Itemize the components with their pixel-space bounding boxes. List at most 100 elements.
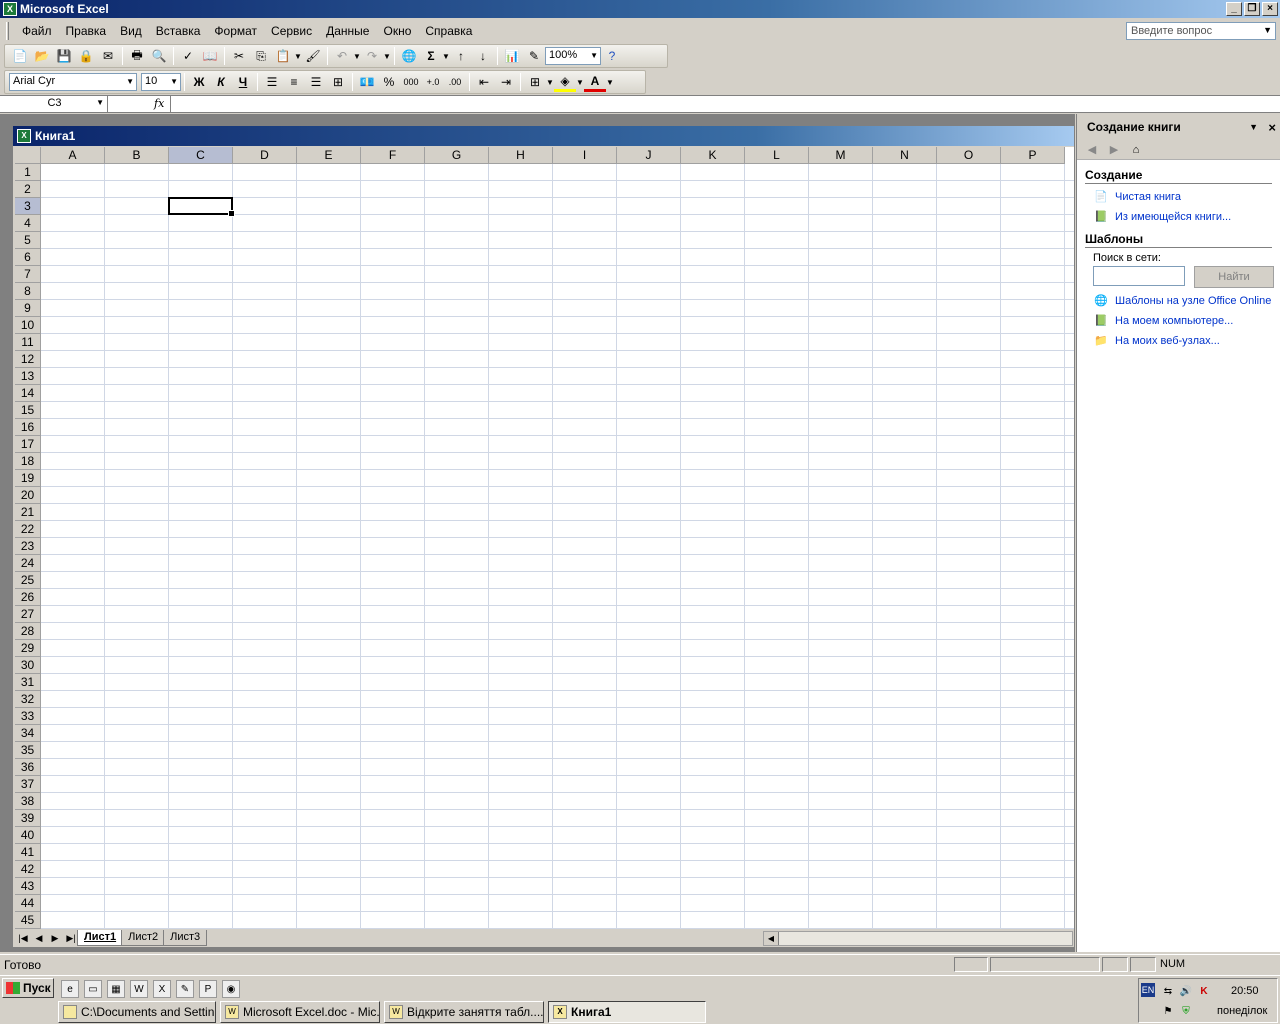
- menu-window[interactable]: Окно: [376, 22, 418, 40]
- chevron-down-icon[interactable]: ▼: [383, 52, 391, 61]
- row-header-4[interactable]: 4: [15, 215, 41, 232]
- row-header-9[interactable]: 9: [15, 300, 41, 317]
- template-search-input[interactable]: [1093, 266, 1185, 286]
- permission-icon[interactable]: 🔒: [75, 46, 97, 66]
- row-header-18[interactable]: 18: [15, 453, 41, 470]
- borders-icon[interactable]: ⊞: [524, 72, 546, 92]
- row-header-24[interactable]: 24: [15, 555, 41, 572]
- column-header-n[interactable]: N: [873, 147, 937, 164]
- row-header-10[interactable]: 10: [15, 317, 41, 334]
- row-header-16[interactable]: 16: [15, 419, 41, 436]
- media-icon[interactable]: ◉: [222, 980, 240, 998]
- autosum-icon[interactable]: Σ: [420, 46, 442, 66]
- antivirus-icon[interactable]: K: [1197, 985, 1211, 999]
- row-header-2[interactable]: 2: [15, 181, 41, 198]
- row-header-44[interactable]: 44: [15, 895, 41, 912]
- row-header-14[interactable]: 14: [15, 385, 41, 402]
- ask-question-input[interactable]: Введите вопрос ▼: [1126, 22, 1276, 40]
- spreadsheet-grid[interactable]: A B C D E F G H I J K L M N O P 1 2 3 4 5 6 7 8 9 10 11 12 13 14 15 16 1…: [15, 147, 1074, 929]
- sheet-tab-2[interactable]: Лист2: [121, 930, 166, 946]
- excel-icon[interactable]: X: [153, 980, 171, 998]
- column-header-k[interactable]: K: [681, 147, 745, 164]
- decrease-indent-icon[interactable]: ⇤: [473, 72, 495, 92]
- chevron-down-icon[interactable]: ▼: [576, 78, 584, 87]
- redo-icon[interactable]: ↷: [361, 46, 383, 66]
- row-header-25[interactable]: 25: [15, 572, 41, 589]
- row-header-39[interactable]: 39: [15, 810, 41, 827]
- column-header-i[interactable]: I: [553, 147, 617, 164]
- row-header-11[interactable]: 11: [15, 334, 41, 351]
- menu-tools[interactable]: Сервис: [264, 22, 319, 40]
- taskbar-button-excel[interactable]: X Книга1: [548, 1001, 706, 1023]
- flag-icon[interactable]: ⚑: [1161, 1005, 1175, 1019]
- forward-icon[interactable]: ▶: [1103, 141, 1125, 159]
- column-header-m[interactable]: M: [809, 147, 873, 164]
- chevron-down-icon[interactable]: ▼: [546, 78, 554, 87]
- desktop-icon[interactable]: ▭: [84, 980, 102, 998]
- decrease-decimal-icon[interactable]: .00: [444, 72, 466, 92]
- fill-color-icon[interactable]: ◈: [554, 72, 576, 92]
- formula-input[interactable]: [170, 96, 1280, 112]
- row-header-32[interactable]: 32: [15, 691, 41, 708]
- column-header-b[interactable]: B: [105, 147, 169, 164]
- row-header-28[interactable]: 28: [15, 623, 41, 640]
- taskbar-button-word2[interactable]: W Відкрите заняття табл....: [384, 1001, 544, 1023]
- link-online-label[interactable]: Шаблоны на узле Office Online: [1115, 295, 1271, 307]
- copy-icon[interactable]: ⎘: [250, 46, 272, 66]
- minimize-button[interactable]: _: [1226, 2, 1242, 16]
- row-header-30[interactable]: 30: [15, 657, 41, 674]
- restore-button[interactable]: ❐: [1244, 2, 1260, 16]
- chevron-down-icon[interactable]: ▼: [294, 52, 302, 61]
- row-header-37[interactable]: 37: [15, 776, 41, 793]
- column-header-p[interactable]: P: [1001, 147, 1065, 164]
- open-icon[interactable]: 📂: [31, 46, 53, 66]
- link-existing-workbook[interactable]: 📗 Из имеющейся книги...: [1093, 209, 1280, 224]
- row-header-17[interactable]: 17: [15, 436, 41, 453]
- row-header-36[interactable]: 36: [15, 759, 41, 776]
- save-icon[interactable]: 💾: [53, 46, 75, 66]
- row-header-21[interactable]: 21: [15, 504, 41, 521]
- name-box[interactable]: C3 ▼: [2, 96, 108, 112]
- link-existing-label[interactable]: Из имеющейся книги...: [1115, 211, 1231, 223]
- row-header-31[interactable]: 31: [15, 674, 41, 691]
- language-indicator[interactable]: EN: [1141, 983, 1155, 997]
- email-icon[interactable]: ✉: [97, 46, 119, 66]
- row-header-34[interactable]: 34: [15, 725, 41, 742]
- network-icon[interactable]: ⇆: [1161, 985, 1175, 999]
- chevron-down-icon[interactable]: ▼: [170, 77, 178, 86]
- link-web-label[interactable]: На моих веб-узлах...: [1115, 335, 1220, 347]
- help-icon[interactable]: ?: [601, 46, 623, 66]
- horizontal-scrollbar[interactable]: ◀: [763, 931, 1073, 946]
- spelling-icon[interactable]: ✓: [177, 46, 199, 66]
- word-icon[interactable]: W: [130, 980, 148, 998]
- new-icon[interactable]: 📄: [9, 46, 31, 66]
- link-blank-workbook[interactable]: 📄 Чистая книга: [1093, 189, 1280, 204]
- chevron-down-icon[interactable]: ▼: [1249, 122, 1258, 132]
- column-header-f[interactable]: F: [361, 147, 425, 164]
- search-button[interactable]: Найти: [1194, 266, 1274, 288]
- paint-icon[interactable]: ✎: [176, 980, 194, 998]
- chevron-down-icon[interactable]: ▼: [606, 78, 614, 87]
- comma-style-button[interactable]: 000: [400, 72, 422, 92]
- menu-grip[interactable]: [6, 22, 9, 40]
- row-header-33[interactable]: 33: [15, 708, 41, 725]
- format-painter-icon[interactable]: 🖌: [302, 46, 324, 66]
- column-header-c[interactable]: C: [169, 147, 233, 164]
- row-header-38[interactable]: 38: [15, 793, 41, 810]
- row-header-3[interactable]: 3: [15, 198, 41, 215]
- row-header-27[interactable]: 27: [15, 606, 41, 623]
- merge-center-icon[interactable]: ⊞: [327, 72, 349, 92]
- row-header-26[interactable]: 26: [15, 589, 41, 606]
- chevron-down-icon[interactable]: ▼: [442, 52, 450, 61]
- row-header-15[interactable]: 15: [15, 402, 41, 419]
- ie-icon[interactable]: e: [61, 980, 79, 998]
- start-button[interactable]: Пуск: [2, 978, 54, 998]
- row-header-12[interactable]: 12: [15, 351, 41, 368]
- row-header-29[interactable]: 29: [15, 640, 41, 657]
- row-header-43[interactable]: 43: [15, 878, 41, 895]
- volume-icon[interactable]: 🔊: [1179, 985, 1193, 999]
- link-computer-label[interactable]: На моем компьютере...: [1115, 315, 1233, 327]
- research-icon[interactable]: 📖: [199, 46, 221, 66]
- undo-icon[interactable]: ↶: [331, 46, 353, 66]
- sheet-tab-1[interactable]: Лист1: [77, 930, 124, 946]
